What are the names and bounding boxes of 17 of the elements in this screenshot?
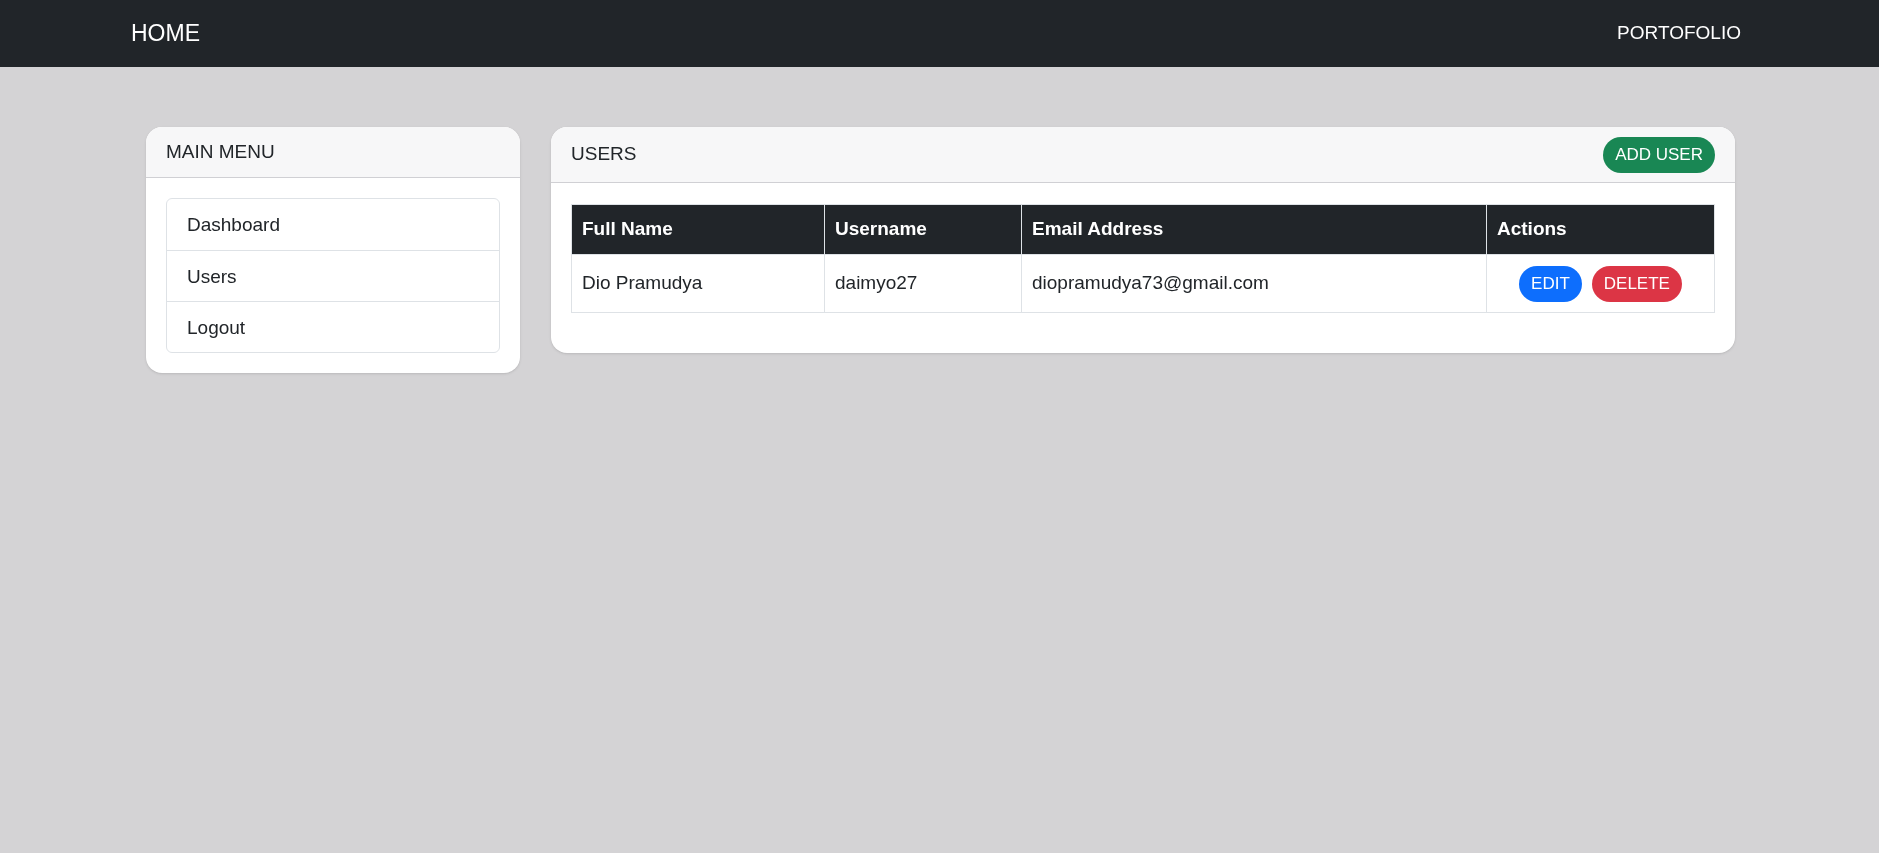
menu-item[interactable]: Users xyxy=(167,250,499,301)
table-cell: daimyo27 xyxy=(824,254,1022,313)
home-link[interactable]: HOME xyxy=(131,16,200,51)
column-header: Full Name xyxy=(571,204,825,255)
card-title: MAIN MENU xyxy=(166,139,275,164)
menu-item[interactable]: Logout xyxy=(167,301,499,352)
column-header: Username xyxy=(824,204,1022,255)
card-title: USERS xyxy=(571,142,637,167)
column-header: Actions xyxy=(1486,204,1715,255)
menu-item[interactable]: Dashboard xyxy=(167,199,499,250)
add-user-button[interactable]: ADD USER xyxy=(1603,136,1715,173)
table-cell: Dio Pramudya xyxy=(571,254,825,313)
delete-button[interactable]: DELETE xyxy=(1591,265,1682,302)
edit-button[interactable]: EDIT xyxy=(1519,265,1582,302)
column-header: Email Address xyxy=(1021,204,1487,255)
portfolio-link[interactable]: PORTOFOLIO xyxy=(1617,19,1741,48)
table-cell: diopramudya73@gmail.com xyxy=(1021,254,1487,313)
